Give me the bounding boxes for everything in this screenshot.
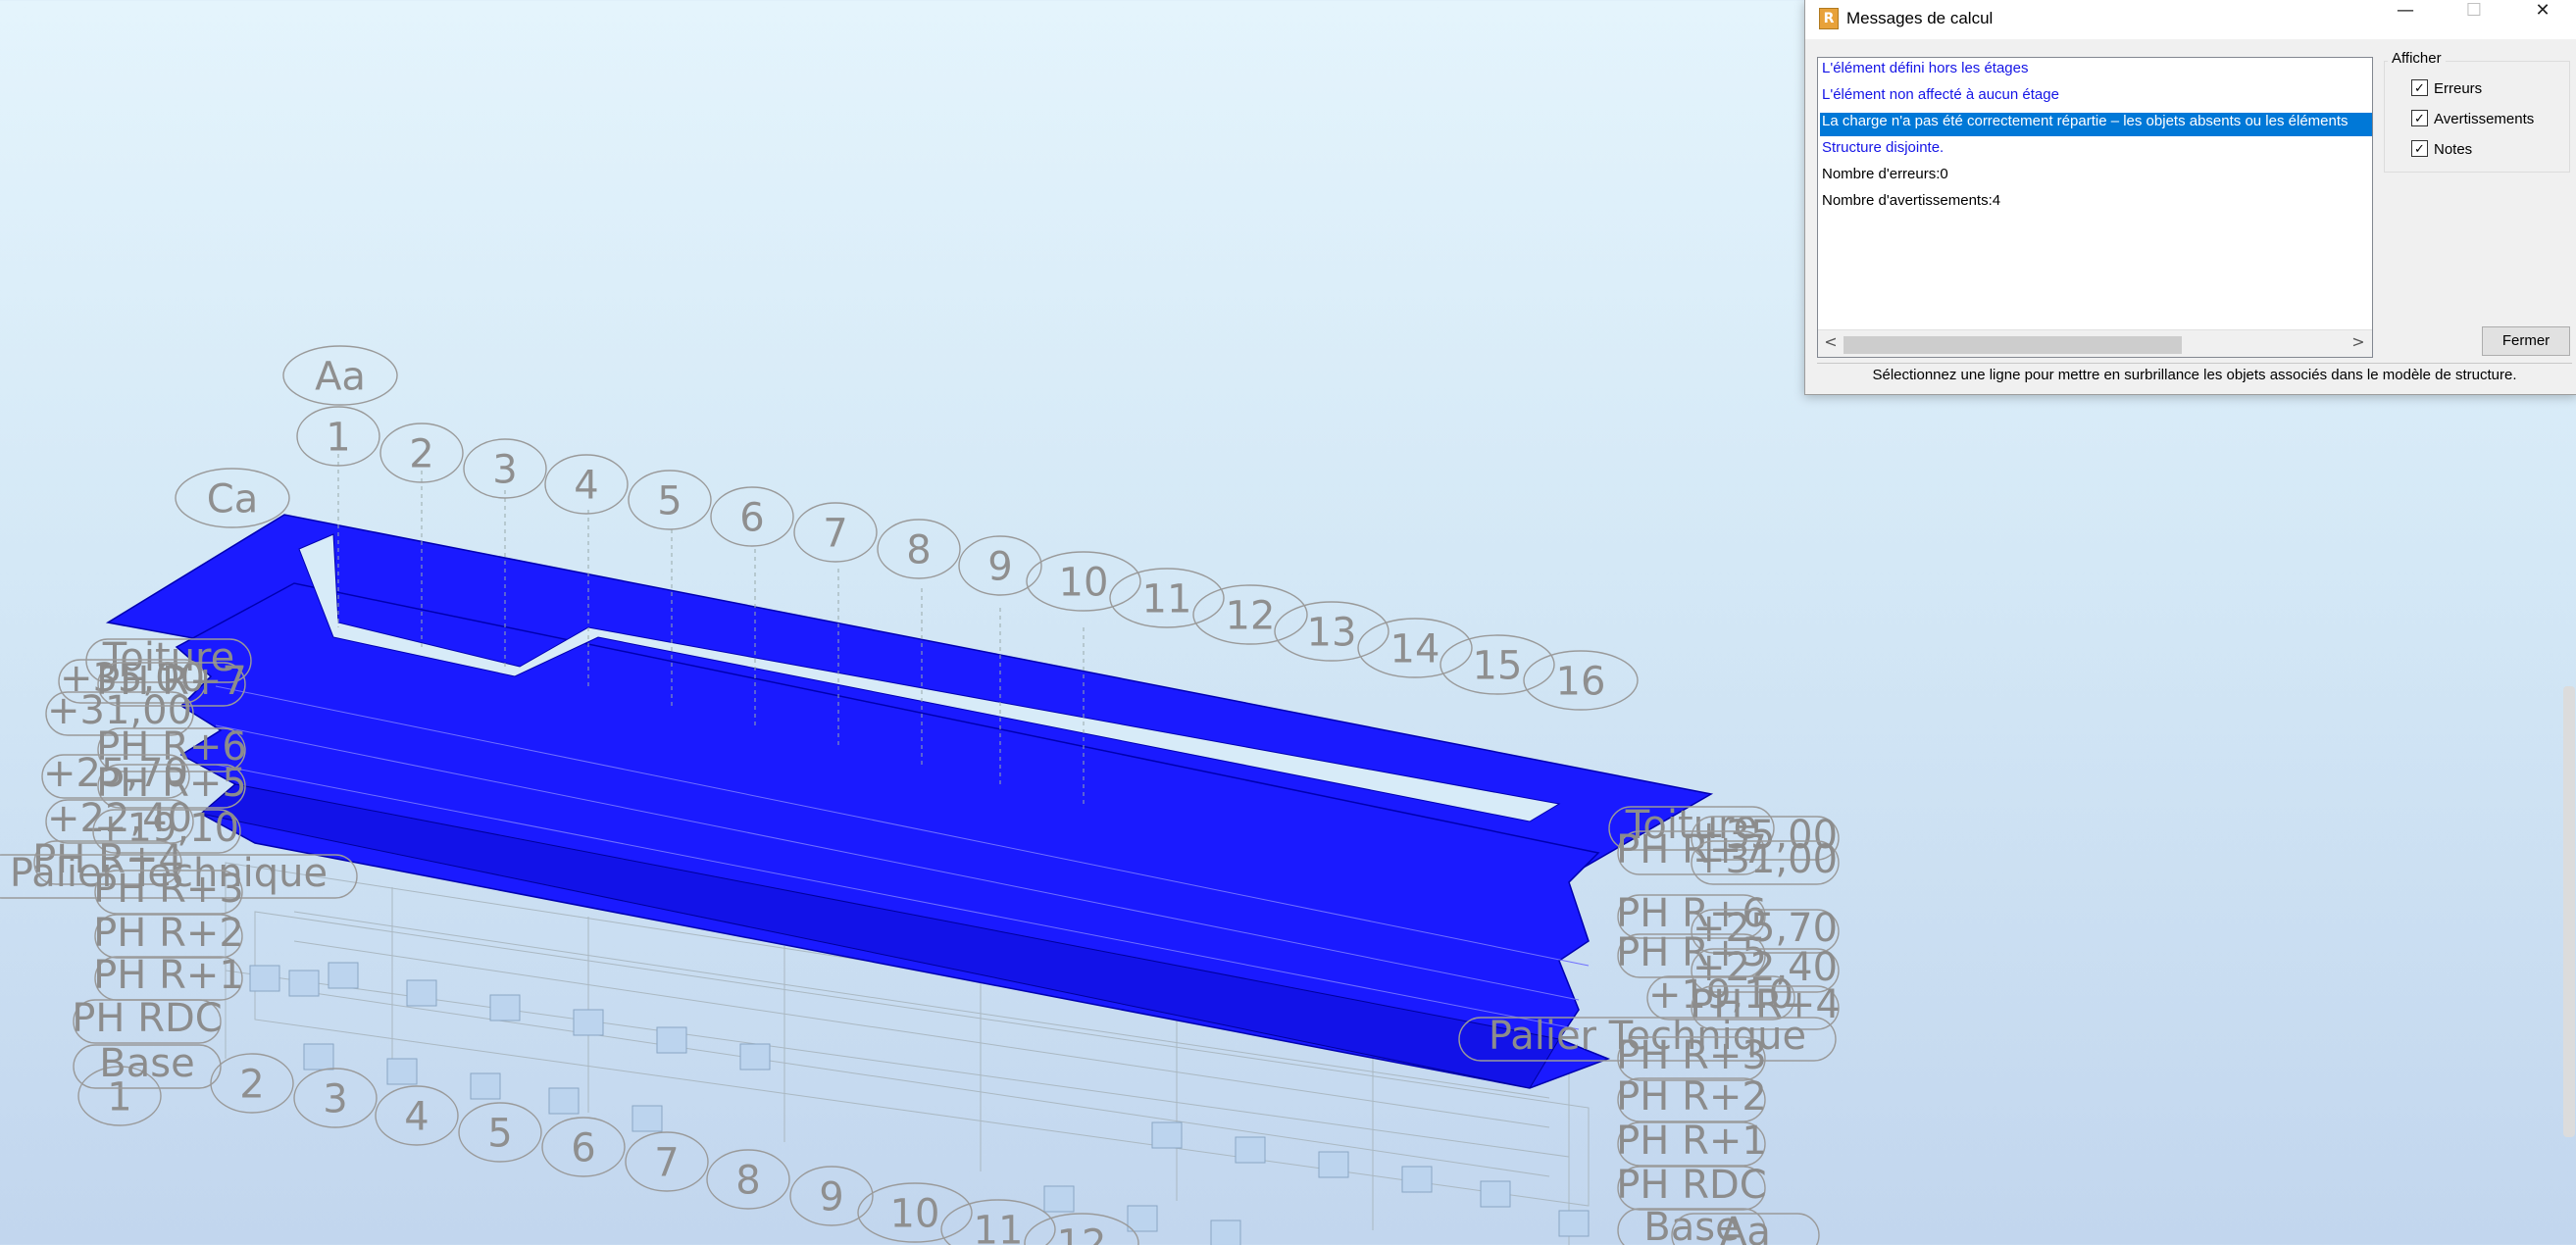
grid-bubble-label: 3 <box>323 1076 347 1121</box>
grid-bubble-label: 9 <box>819 1174 843 1220</box>
grid-bubble-label: 9 <box>987 544 1012 589</box>
scroll-left-icon[interactable]: < <box>1820 332 1842 356</box>
grid-bubble-label: 11 <box>974 1208 1024 1245</box>
level-label: PH R+2 <box>93 911 244 956</box>
grid-bubble-label: Aa <box>315 354 366 399</box>
grid-bubble-label: 7 <box>654 1140 679 1185</box>
grid-bubble-label: 12 <box>1226 593 1276 638</box>
grid-bubble-label: 8 <box>906 527 931 573</box>
grid-bubble-label: 10 <box>1059 560 1109 605</box>
grid-bubble-label: 13 <box>1307 610 1357 655</box>
afficher-label: Afficher <box>2388 50 2446 67</box>
grid-bubble-label: 15 <box>1473 643 1523 688</box>
grid-bubble-label: 1 <box>326 415 350 460</box>
list-item[interactable]: L'élément non affecté à aucun étage <box>1820 86 2059 110</box>
robot-app-icon: R <box>1819 8 1839 29</box>
grid-bubble-label: 2 <box>409 431 433 476</box>
status-text: Sélectionnez une ligne pour mettre en su… <box>1817 363 2572 389</box>
calc-messages-dialog: R Messages de calcul — ☐ ✕ L'élément déf… <box>1804 0 2576 395</box>
grid-bubble-label: 16 <box>1556 659 1606 704</box>
grid-bubble-label: 5 <box>487 1111 512 1156</box>
level-label: Base <box>99 1041 194 1086</box>
level-label: PH R+2 <box>1616 1074 1767 1120</box>
grid-bubble-label: 14 <box>1390 626 1440 672</box>
grid-bubble-label: 4 <box>404 1094 429 1139</box>
level-label: PH R+3 <box>93 867 244 912</box>
grid-bubble-label: 11 <box>1142 576 1192 622</box>
grid-bubble-label: 4 <box>574 463 598 508</box>
list-item[interactable]: Structure disjointe. <box>1820 139 1944 163</box>
level-label: +31,00 <box>1692 837 1838 882</box>
check-icon[interactable]: ✓ <box>2411 78 2428 96</box>
level-label: PH RDC <box>72 996 222 1041</box>
grid-bubble-label: Ca <box>207 476 258 522</box>
grid-bubble-label: 6 <box>571 1125 595 1170</box>
grid-bubble-label: 2 <box>239 1062 264 1107</box>
level-label: PH R+7 <box>96 659 247 704</box>
message-list[interactable]: L'élément défini hors les étages L'éléme… <box>1817 57 2373 358</box>
dialog-title: Messages de calcul <box>1846 9 1994 27</box>
list-item[interactable]: Nombre d'avertissements:4 <box>1820 192 2000 216</box>
list-item[interactable]: Nombre d'erreurs:0 <box>1820 166 1948 189</box>
checkbox-notes[interactable]: ✓ Notes <box>2411 139 2472 161</box>
scroll-right-icon[interactable]: > <box>2348 332 2369 356</box>
grid-bubble-label: 12 <box>1057 1221 1107 1245</box>
check-icon[interactable]: ✓ <box>2411 109 2428 126</box>
list-item[interactable]: L'élément défini hors les étages <box>1820 60 2029 83</box>
floor-slabs[interactable] <box>105 514 1714 1089</box>
grid-bubble-label: 3 <box>492 447 517 492</box>
maximize-icon[interactable]: ☐ <box>2440 0 2508 39</box>
level-label: PH R+3 <box>1616 1033 1767 1078</box>
list-item-selected[interactable]: La charge n'a pas été correctement répar… <box>1820 113 2372 136</box>
checkbox-erreurs[interactable]: ✓ Erreurs <box>2411 78 2482 100</box>
fermer-button[interactable]: Fermer <box>2482 326 2570 356</box>
close-icon[interactable]: ✕ <box>2508 0 2576 39</box>
level-label: PH R+1 <box>93 953 244 998</box>
level-label: PH R+1 <box>1616 1119 1767 1164</box>
check-icon[interactable]: ✓ <box>2411 139 2428 157</box>
grid-bubble-label: 10 <box>890 1191 940 1236</box>
grid-bubble-label: 7 <box>823 511 847 556</box>
grid-bubble-label: 6 <box>739 495 764 540</box>
horizontal-scrollbar[interactable]: < > <box>1818 329 2372 357</box>
grid-bubble-label: 5 <box>657 478 682 523</box>
scroll-thumb[interactable] <box>1844 336 2182 354</box>
minimize-icon[interactable]: — <box>2371 0 2440 39</box>
viewport-scrollbar[interactable] <box>2563 686 2575 1137</box>
grid-bubbles-bottom: 1 2 3 4 5 6 7 8 9 10 11 12 <box>77 1053 1139 1245</box>
dialog-titlebar[interactable]: R Messages de calcul — ☐ ✕ <box>1805 0 2576 39</box>
checkbox-avertissements[interactable]: ✓ Avertissements <box>2411 109 2534 130</box>
level-label: Aa <box>1720 1210 1771 1245</box>
level-label: PH RDC <box>1616 1163 1766 1208</box>
grid-bubble-label: 8 <box>735 1158 760 1203</box>
